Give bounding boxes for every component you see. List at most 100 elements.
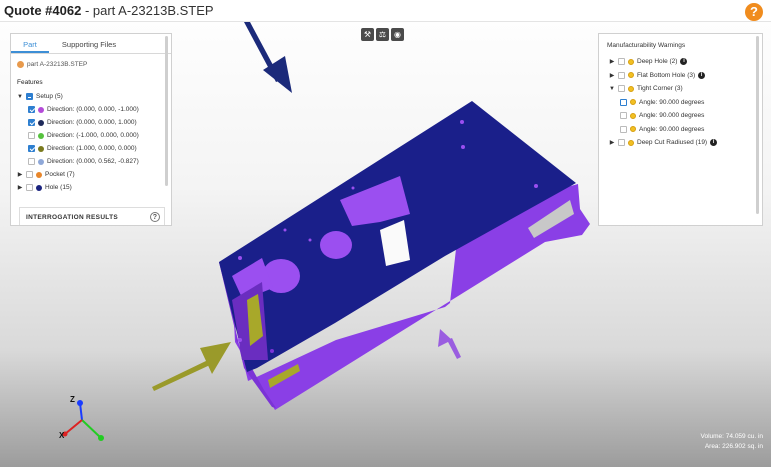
tree-row-setup[interactable]: ▼ Setup (5) (17, 90, 171, 103)
color-dot-icon (38, 119, 44, 126)
axis-z-label: Z (70, 395, 75, 404)
tree-label: Pocket (7) (45, 171, 75, 178)
tree-label: Setup (5) (36, 93, 63, 100)
feature-tree: ▼ Setup (5) Direction: (0.000, 0.000, -1… (11, 90, 171, 194)
warnings-scrollbar[interactable] (756, 36, 759, 214)
direction-arrow-purple (438, 329, 461, 359)
axis-x-label: X (59, 431, 65, 440)
tree-row-direction[interactable]: Direction: (0.000, 0.000, 1.000) (17, 116, 171, 129)
info-icon[interactable]: i (680, 58, 688, 66)
warning-row-flat-bottom-hole[interactable]: ▶ Flat Bottom Hole (3) i (609, 69, 762, 83)
info-icon[interactable]: i (698, 71, 706, 79)
warning-label: Deep Hole (2) (637, 58, 678, 66)
axis-triad: Z X (59, 395, 104, 441)
features-panel: Part Supporting Files part A-23213B.STEP… (10, 33, 172, 226)
chevron-down-icon[interactable]: ▼ (17, 94, 23, 100)
warning-label: Angle: 90.000 degrees (639, 125, 705, 133)
info-icon[interactable]: i (710, 139, 718, 147)
tree-label: Direction: (0.000, 0.000, 1.000) (47, 119, 137, 126)
warning-dot-icon (630, 112, 636, 119)
tree-label: Hole (15) (45, 184, 72, 191)
warning-dot-icon (628, 72, 634, 79)
color-dot-icon (38, 158, 44, 165)
chevron-right-icon[interactable]: ▶ (17, 171, 23, 178)
features-heading: Features (17, 79, 43, 86)
tab-supporting-files[interactable]: Supporting Files (49, 34, 129, 53)
chevron-right-icon[interactable]: ▶ (17, 184, 23, 191)
direction-arrow-top (244, 22, 292, 93)
warning-row-deep-cut-radiused[interactable]: ▶ Deep Cut Radiused (19) i (609, 136, 762, 150)
direction-checkbox[interactable] (28, 119, 35, 126)
warning-dot-icon (630, 99, 636, 106)
view-toolbar: ⚒ ⚖ ◉ (361, 28, 404, 41)
warning-dot-icon (628, 139, 634, 146)
tree-row-direction[interactable]: Direction: (0.000, 0.562, -0.827) (17, 155, 171, 168)
tree-label: Direction: (1.000, 0.000, 0.000) (47, 145, 137, 152)
warning-checkbox[interactable] (618, 71, 625, 79)
hammer-icon[interactable]: ⚒ (361, 28, 374, 41)
color-dot-icon (36, 184, 42, 191)
hole-checkbox[interactable] (26, 184, 33, 191)
tree-row-direction[interactable]: Direction: (0.000, 0.000, -1.000) (17, 103, 171, 116)
direction-checkbox[interactable] (28, 132, 35, 139)
chevron-down-icon[interactable]: ▼ (609, 86, 615, 92)
direction-checkbox[interactable] (28, 145, 35, 152)
warning-checkbox[interactable] (618, 58, 625, 66)
tree-row-direction[interactable]: Direction: (-1.000, 0.000, 0.000) (17, 129, 171, 142)
warning-child-row[interactable]: Angle: 90.000 degrees (609, 96, 762, 110)
tree-row-hole[interactable]: ▶ Hole (15) (17, 181, 171, 194)
tree-label: Direction: (-1.000, 0.000, 0.000) (47, 132, 139, 139)
title-separator: - (81, 3, 93, 18)
warning-dot-icon (630, 126, 636, 133)
chevron-right-icon[interactable]: ▶ (609, 139, 615, 146)
direction-checkbox[interactable] (28, 158, 35, 165)
area-readout: Area: 226.902 sq. in (704, 443, 763, 450)
help-icon[interactable]: ? (745, 3, 763, 21)
interrogation-results-header[interactable]: INTERROGATION RESULTS ? (19, 207, 165, 225)
part-file-name: part A-23213B.STEP (27, 61, 88, 68)
part-stats: Volume: 74.059 cu. in Area: 226.902 sq. … (700, 432, 763, 452)
color-dot-icon (38, 106, 44, 113)
features-scrollbar[interactable] (165, 36, 168, 186)
part-name: part A-23213B.STEP (92, 3, 214, 18)
tab-part[interactable]: Part (11, 34, 49, 53)
setup-checkbox[interactable] (26, 93, 33, 100)
warning-dot-icon (628, 58, 634, 65)
balance-scale-icon[interactable]: ⚖ (376, 28, 389, 41)
warning-label: Angle: 90.000 degrees (639, 98, 705, 106)
warning-child-row[interactable]: Angle: 90.000 degrees (609, 123, 762, 137)
tree-label: Direction: (0.000, 0.562, -0.827) (47, 158, 139, 165)
manufacturability-panel: Manufacturability Warnings ▶ Deep Hole (… (598, 33, 763, 226)
warning-checkbox[interactable] (618, 85, 625, 93)
warning-row-deep-hole[interactable]: ▶ Deep Hole (2) i (609, 55, 762, 69)
warning-label: Angle: 90.000 degrees (639, 112, 705, 120)
warning-label: Flat Bottom Hole (3) (637, 71, 696, 79)
title-bar: Quote #4062 - part A-23213B.STEP ? (0, 0, 771, 22)
question-icon[interactable]: ? (150, 212, 160, 222)
warning-row-tight-corner[interactable]: ▼ Tight Corner (3) (609, 82, 762, 96)
warning-label: Tight Corner (3) (637, 85, 683, 93)
pocket-checkbox[interactable] (26, 171, 33, 178)
tree-row-pocket[interactable]: ▶ Pocket (7) (17, 168, 171, 181)
warning-child-row[interactable]: Angle: 90.000 degrees (609, 109, 762, 123)
warning-checkbox[interactable] (618, 139, 625, 147)
tree-row-direction[interactable]: Direction: (1.000, 0.000, 0.000) (17, 142, 171, 155)
direction-arrow-olive (152, 342, 231, 391)
warnings-tree: ▶ Deep Hole (2) i ▶ Flat Bottom Hole (3)… (599, 55, 762, 150)
chevron-right-icon[interactable]: ▶ (609, 58, 615, 65)
color-dot-icon (36, 171, 42, 178)
color-dot-icon (38, 145, 44, 152)
quote-number: Quote #4062 (4, 3, 82, 18)
globe-icon[interactable]: ◉ (391, 28, 404, 41)
part-file-icon (17, 61, 24, 68)
direction-checkbox[interactable] (28, 106, 35, 113)
warning-checkbox[interactable] (620, 112, 627, 120)
warning-checkbox[interactable] (620, 125, 627, 133)
volume-readout: Volume: 74.059 cu. in (700, 433, 763, 440)
warning-checkbox[interactable] (620, 98, 627, 106)
warning-label: Deep Cut Radiused (19) (637, 139, 708, 147)
panel-tabs: Part Supporting Files (11, 34, 171, 54)
chevron-right-icon[interactable]: ▶ (609, 72, 615, 79)
tree-label: Direction: (0.000, 0.000, -1.000) (47, 106, 139, 113)
part-file-row: part A-23213B.STEP (11, 54, 171, 68)
